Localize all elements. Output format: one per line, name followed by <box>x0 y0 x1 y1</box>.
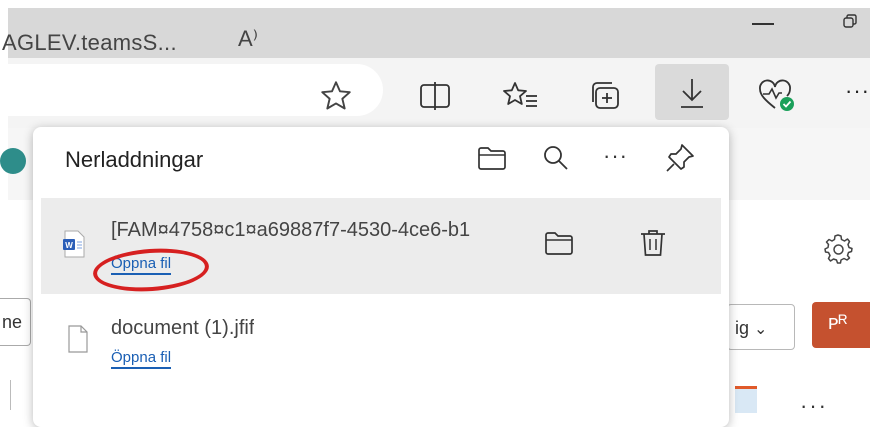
word-file-icon: W <box>63 230 85 258</box>
download-filename[interactable]: document (1).jfif <box>111 317 254 340</box>
minimize-icon[interactable] <box>752 23 774 25</box>
browser-essentials-icon[interactable] <box>757 78 797 114</box>
restore-icon[interactable] <box>843 14 857 28</box>
divider <box>10 380 11 410</box>
svg-text:W: W <box>65 241 73 250</box>
chevron-down-icon: ⌄ <box>754 321 768 338</box>
delete-trash-icon[interactable] <box>635 225 671 261</box>
collections-icon[interactable] <box>588 78 624 114</box>
app-logo-icon <box>0 148 26 174</box>
split-screen-icon[interactable] <box>418 80 452 112</box>
read-aloud-icon[interactable]: A⁾ <box>238 26 258 52</box>
people-icon: ᴩᴿ <box>828 312 848 334</box>
thumbnail-icon <box>735 386 757 413</box>
filename-fade <box>493 217 523 247</box>
settings-more-icon[interactable]: ··· <box>845 78 870 104</box>
flyout-title: Nerladdningar <box>65 147 204 172</box>
page-left-control-text: ne <box>2 312 23 332</box>
more-options-icon[interactable]: ··· <box>800 393 828 419</box>
favorite-star-icon[interactable] <box>318 78 354 114</box>
download-filename[interactable]: [FAM¤4758¤c1¤a69887f7-4530-4ce6-b1 <box>111 219 521 242</box>
show-in-folder-icon[interactable] <box>541 225 577 261</box>
open-file-link[interactable]: Öppna fil <box>111 349 172 369</box>
page-dropdown-text: ig ⌄ <box>735 318 768 338</box>
address-text[interactable]: AGLEV.teamsS... <box>2 30 177 56</box>
more-icon[interactable]: ··· <box>603 143 628 169</box>
download-arrow-icon[interactable] <box>676 76 708 110</box>
gear-icon[interactable] <box>820 230 856 266</box>
search-icon[interactable] <box>539 141 573 175</box>
generic-file-icon <box>68 325 88 353</box>
people-button[interactable]: ᴩᴿ <box>812 302 870 348</box>
favorites-icon[interactable] <box>502 80 540 112</box>
pin-icon[interactable] <box>663 141 697 175</box>
folder-icon[interactable] <box>475 141 509 175</box>
